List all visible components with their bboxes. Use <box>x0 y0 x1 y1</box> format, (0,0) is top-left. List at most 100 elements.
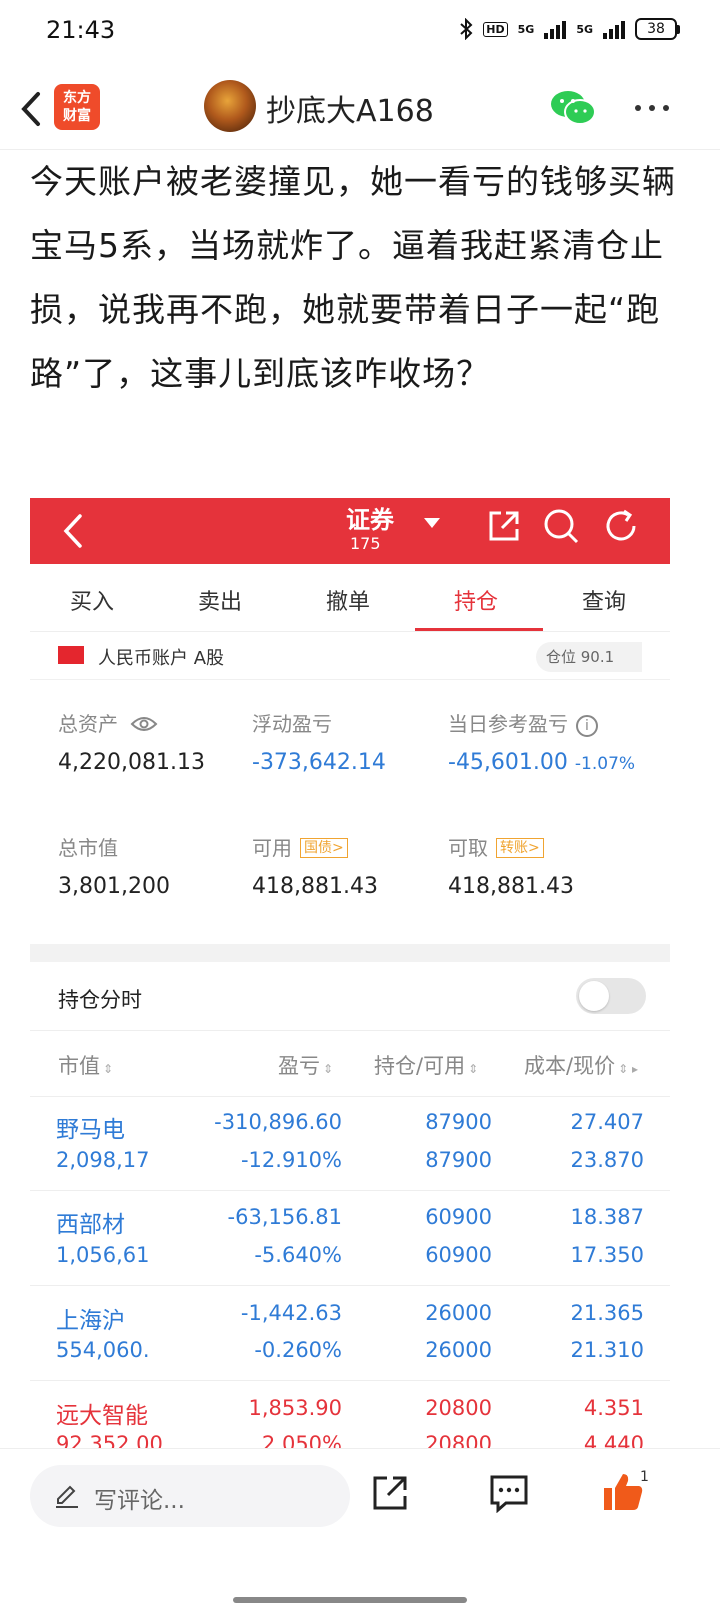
holding-price: 21.310 <box>570 1338 644 1362</box>
comment-input[interactable]: 写评论... <box>30 1465 350 1527</box>
share-icon <box>489 511 519 541</box>
info-icon: i <box>576 715 598 737</box>
back-arrow-icon[interactable] <box>14 86 50 132</box>
holding-cost: 18.387 <box>570 1205 644 1229</box>
holding-price: 23.870 <box>570 1148 644 1172</box>
app-logo[interactable]: 东方 财富 <box>54 84 100 130</box>
holding-available: 87900 <box>425 1148 492 1172</box>
holding-price: 4.440 <box>583 1432 644 1448</box>
market-value: 3,801,200 <box>58 874 170 899</box>
holding-pl-pct: 2.050% <box>261 1432 342 1448</box>
divider <box>30 1380 670 1381</box>
holding-pl-pct: -5.640% <box>254 1243 342 1267</box>
status-icons: HD 5G 5G 38 <box>459 18 680 40</box>
broker-back-icon <box>63 514 82 548</box>
holding-name: 野马电 <box>56 1117 125 1143</box>
holding-market-value: 554,060. <box>56 1338 150 1362</box>
more-icon[interactable] <box>632 98 672 118</box>
floating-pl-value: -373,642.14 <box>252 750 386 775</box>
tab-holdings: 持仓 <box>454 590 499 615</box>
share-icon[interactable] <box>370 1473 410 1513</box>
position-ratio: 仓位 90.1 <box>536 642 642 672</box>
holding-name: 远大智能 <box>56 1403 148 1429</box>
bluetooth-icon <box>460 18 473 40</box>
holding-cost: 27.407 <box>570 1110 644 1134</box>
holding-pl: 1,853.90 <box>248 1396 342 1420</box>
hold-time-label: 持仓分时 <box>58 988 142 1012</box>
market-value-label: 总市值 <box>58 836 118 860</box>
bond-tag: 国债> <box>300 838 348 858</box>
col-qty: 持仓/可用 ⇕ <box>374 1054 479 1078</box>
holding-price: 17.350 <box>570 1243 644 1267</box>
post-text: 今天账户被老婆撞见，她一看亏的钱够买辆宝马5系，当场就炸了。逼着我赶紧清仓止损，… <box>30 162 676 393</box>
withdrawable-value: 418,881.43 <box>448 874 574 899</box>
floating-pl-label: 浮动盈亏 <box>252 712 332 736</box>
holding-pl: -310,896.60 <box>214 1110 342 1134</box>
available-value: 418,881.43 <box>252 874 378 899</box>
holding-available: 26000 <box>425 1338 492 1362</box>
holding-available: 20800 <box>425 1432 492 1448</box>
divider <box>30 1030 670 1031</box>
account-row: 人民币账户 A股 仓位 90.1 <box>30 634 670 680</box>
holding-pl: -1,442.63 <box>240 1301 342 1325</box>
holding-market-value: 1,056,61 <box>56 1243 150 1267</box>
divider <box>30 1096 670 1097</box>
broker-account-suffix: 175 <box>350 534 381 553</box>
dropdown-icon <box>424 518 440 528</box>
holding-pl: -63,156.81 <box>227 1205 342 1229</box>
col-market-value: 市值 ⇕ <box>58 1054 114 1078</box>
withdrawable-label: 可取 转账> <box>448 832 544 861</box>
holding-qty: 20800 <box>425 1396 492 1420</box>
wechat-icon[interactable] <box>548 88 598 128</box>
pencil-icon <box>56 1485 78 1508</box>
comment-placeholder: 写评论... <box>94 1488 185 1514</box>
tab-active-indicator <box>415 628 543 631</box>
status-bar: 21:43 HD 5G 5G 38 <box>0 0 720 64</box>
comment-icon[interactable] <box>488 1473 530 1513</box>
home-indicator[interactable] <box>233 1597 467 1603</box>
divider <box>30 1285 670 1286</box>
transfer-tag: 转账> <box>496 838 544 858</box>
signal-icon-1 <box>544 19 567 39</box>
like-icon[interactable] <box>602 1471 644 1513</box>
holding-qty: 87900 <box>425 1110 492 1134</box>
holding-qty: 60900 <box>425 1205 492 1229</box>
daily-pl-value: -45,601.00 -1.07% <box>448 750 636 775</box>
holding-available: 60900 <box>425 1243 492 1267</box>
col-cost-price: 成本/现价 ⇕ ▸ <box>524 1054 638 1078</box>
post-image[interactable]: 证券 175 买入 卖出 撤单 持仓 查询 人民币账户 A股 仓位 90.1 总… <box>30 498 670 1448</box>
refresh-icon <box>606 509 636 541</box>
divider <box>30 1190 670 1191</box>
holding-pl-pct: -0.260% <box>254 1338 342 1362</box>
app-logo-line-2: 财富 <box>63 108 91 124</box>
tab-buy: 买入 <box>70 590 115 615</box>
eye-icon <box>130 717 158 731</box>
col-pl: 盈亏 ⇕ <box>278 1054 334 1078</box>
app-logo-line-1: 东方 <box>63 90 91 106</box>
status-time: 21:43 <box>46 16 116 44</box>
hd-icon: HD <box>483 21 508 37</box>
battery-level: 38 <box>635 18 677 40</box>
username[interactable]: 抄底大A168 <box>266 86 434 130</box>
network-5g-label-1: 5G <box>517 22 535 36</box>
daily-pl-label: 当日参考盈亏 i <box>448 708 598 737</box>
avatar[interactable] <box>204 80 256 132</box>
account-label: 人民币账户 A股 <box>98 648 225 669</box>
tab-query: 查询 <box>582 590 627 615</box>
broker-tabs: 买入 卖出 撤单 持仓 查询 <box>30 564 670 632</box>
search-icon <box>544 509 579 544</box>
section-divider <box>30 944 670 962</box>
holding-market-value: 92,352.00 <box>56 1432 163 1448</box>
holding-name: 西部材 <box>56 1212 125 1238</box>
holding-name: 上海沪 <box>56 1308 125 1334</box>
holding-cost: 21.365 <box>570 1301 644 1325</box>
battery-icon: 38 <box>635 18 680 40</box>
tab-sell: 卖出 <box>198 590 243 615</box>
holding-pl-pct: -12.910% <box>240 1148 342 1172</box>
broker-header: 证券 175 <box>30 498 670 564</box>
like-count: 1 <box>640 1469 649 1485</box>
available-label: 可用 国债> <box>252 832 348 861</box>
signal-icon-2 <box>603 19 625 39</box>
bottom-bar: 写评论... 1 <box>0 1448 720 1612</box>
total-assets-value: 4,220,081.13 <box>58 750 205 775</box>
